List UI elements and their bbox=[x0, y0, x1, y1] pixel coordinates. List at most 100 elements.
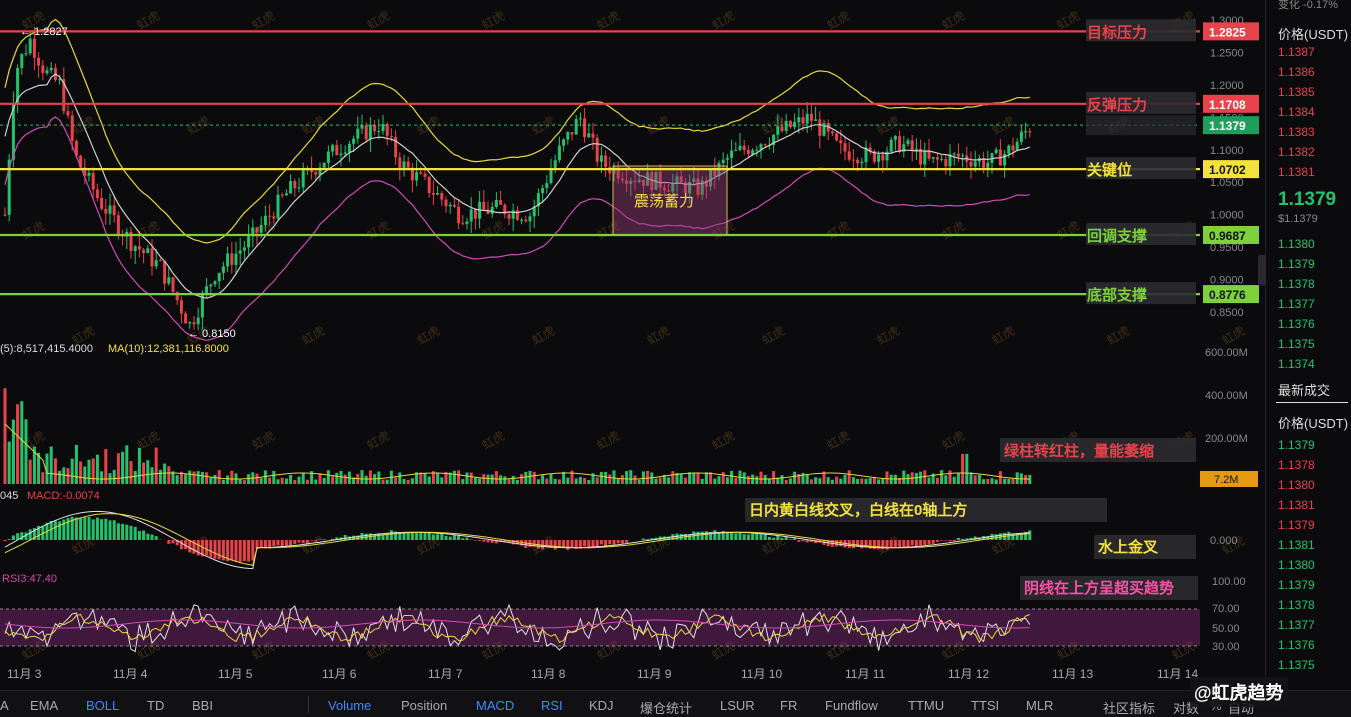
macd-bar bbox=[20, 532, 24, 540]
indicator-tab-fundflow[interactable]: Fundflow bbox=[825, 698, 878, 713]
candle-body bbox=[268, 215, 272, 217]
candle-body bbox=[263, 215, 267, 226]
volume-bar bbox=[255, 473, 259, 484]
rsi-axis-tick: 100.00 bbox=[1212, 576, 1246, 588]
candle-body bbox=[339, 153, 343, 156]
ask-price-row[interactable]: 1.1382 bbox=[1278, 145, 1315, 159]
bid-price-row[interactable]: 1.1377 bbox=[1278, 297, 1315, 311]
indicator-tab-lsur[interactable]: LSUR bbox=[720, 698, 755, 713]
trading-chart[interactable]: 虹虎 虹虎 虹虎 虹虎 虹虎 虹虎 虹虎 虹虎 虹虎 虹虎虹虎 虹虎 虹虎 虹虎 虹虎 虹虎 虹虎 虹虎 虹虎虹虎… bbox=[0, 0, 1265, 690]
volume-bar bbox=[868, 478, 872, 484]
volume-bar bbox=[70, 458, 74, 484]
candle-body bbox=[893, 136, 897, 140]
indicator-tab-kdj[interactable]: KDJ bbox=[589, 698, 614, 713]
bid-price-row[interactable]: 1.1374 bbox=[1278, 357, 1315, 371]
candle-body bbox=[343, 152, 347, 154]
indicator-tab-macd[interactable]: MACD bbox=[476, 698, 514, 713]
macd-bar bbox=[482, 540, 486, 542]
candle-body bbox=[856, 159, 860, 164]
indicator-tab-ttmu[interactable]: TTMU bbox=[908, 698, 944, 713]
candle-body bbox=[809, 113, 813, 121]
watermark-text: 虹虎 bbox=[365, 218, 393, 242]
indicator-tab-a[interactable]: A bbox=[0, 698, 9, 713]
indicator-tab-bbi[interactable]: BBI bbox=[192, 698, 213, 713]
candle-body bbox=[461, 223, 465, 225]
macd-bar bbox=[583, 540, 587, 547]
indicator-tab-ttsi[interactable]: TTSI bbox=[971, 698, 999, 713]
indicator-tab-volume[interactable]: Volume bbox=[328, 698, 371, 713]
volume-bar bbox=[562, 471, 566, 484]
volume-bar bbox=[402, 478, 406, 484]
candle-body bbox=[570, 132, 574, 135]
volume-bar bbox=[746, 475, 750, 484]
candle-body bbox=[931, 157, 935, 159]
indicator-tab-ema[interactable]: EMA bbox=[30, 698, 58, 713]
candle-body bbox=[969, 161, 973, 167]
bid-price-row[interactable]: 1.1376 bbox=[1278, 317, 1315, 331]
macd-bar bbox=[62, 519, 66, 540]
macd-bar bbox=[238, 540, 242, 563]
volume-bar bbox=[360, 470, 364, 484]
volume-bar bbox=[818, 478, 822, 484]
candle-body bbox=[108, 205, 112, 214]
volume-bar bbox=[625, 471, 629, 484]
macd-bar bbox=[478, 540, 482, 541]
candle-body bbox=[549, 170, 553, 184]
ask-price-row[interactable]: 1.1385 bbox=[1278, 85, 1315, 99]
candle-body bbox=[167, 277, 171, 284]
macd-bar bbox=[121, 523, 125, 540]
ask-price-row[interactable]: 1.1384 bbox=[1278, 105, 1315, 119]
candle-body bbox=[541, 188, 545, 194]
bid-price-row[interactable]: 1.1379 bbox=[1278, 257, 1315, 271]
ask-price-row[interactable]: 1.1387 bbox=[1278, 45, 1315, 59]
time-axis-tick: 11月 13 bbox=[1052, 667, 1093, 681]
volume-bar bbox=[331, 476, 335, 484]
volume-bar bbox=[646, 470, 650, 484]
indicator-tab-fr[interactable]: FR bbox=[780, 698, 797, 713]
ask-price-row[interactable]: 1.1381 bbox=[1278, 165, 1315, 179]
macd-bar bbox=[179, 540, 183, 550]
bid-price-row[interactable]: 1.1380 bbox=[1278, 237, 1315, 251]
macd-bar bbox=[763, 534, 767, 540]
candle-body bbox=[45, 70, 49, 74]
indicator-tab-td[interactable]: TD bbox=[147, 698, 164, 713]
trade-row: 1.1381 bbox=[1278, 498, 1315, 512]
candle-body bbox=[805, 113, 809, 124]
ask-price-row[interactable]: 1.1383 bbox=[1278, 125, 1315, 139]
indicator-tab-爆仓统计[interactable]: 爆仓统计 bbox=[640, 698, 692, 717]
volume-bar bbox=[679, 473, 683, 484]
volume-bar bbox=[704, 472, 708, 484]
volume-bar bbox=[221, 479, 225, 484]
macd-bar bbox=[423, 532, 427, 540]
low-marker: ← 0.8150 bbox=[188, 328, 236, 340]
indicator-tab-position[interactable]: Position bbox=[401, 698, 447, 713]
candle-body bbox=[377, 131, 381, 133]
volume-bar bbox=[692, 473, 696, 484]
panel-collapse-handle[interactable] bbox=[1258, 255, 1266, 285]
bid-price-row[interactable]: 1.1378 bbox=[1278, 277, 1315, 291]
macd-bar bbox=[171, 540, 175, 544]
bid-price-row[interactable]: 1.1375 bbox=[1278, 337, 1315, 351]
volume-bar bbox=[826, 477, 830, 484]
candle-body bbox=[335, 145, 339, 156]
trades-header[interactable]: 最新成交 bbox=[1278, 380, 1330, 399]
time-axis-tick: 11月 12 bbox=[948, 667, 989, 681]
candle-body bbox=[398, 157, 402, 170]
macd-bar bbox=[234, 540, 238, 563]
macd-bar bbox=[301, 540, 305, 544]
candle-body bbox=[587, 133, 591, 138]
volume-bar bbox=[394, 477, 398, 484]
macd-bar bbox=[217, 540, 221, 560]
volume-bar bbox=[860, 478, 864, 484]
volume-bar bbox=[314, 479, 318, 484]
indicator-tab-rsi[interactable]: RSI bbox=[541, 698, 563, 713]
candle-body bbox=[289, 181, 293, 194]
indicator-tab-mlr[interactable]: MLR bbox=[1026, 698, 1053, 713]
ask-price-row[interactable]: 1.1386 bbox=[1278, 65, 1315, 79]
toolbar-option[interactable]: 社区指标 bbox=[1103, 698, 1155, 717]
candle-body bbox=[507, 214, 511, 219]
volume-bar bbox=[557, 479, 561, 484]
volume-bar bbox=[671, 471, 675, 484]
candle-body bbox=[784, 120, 788, 131]
indicator-tab-boll[interactable]: BOLL bbox=[86, 698, 119, 713]
